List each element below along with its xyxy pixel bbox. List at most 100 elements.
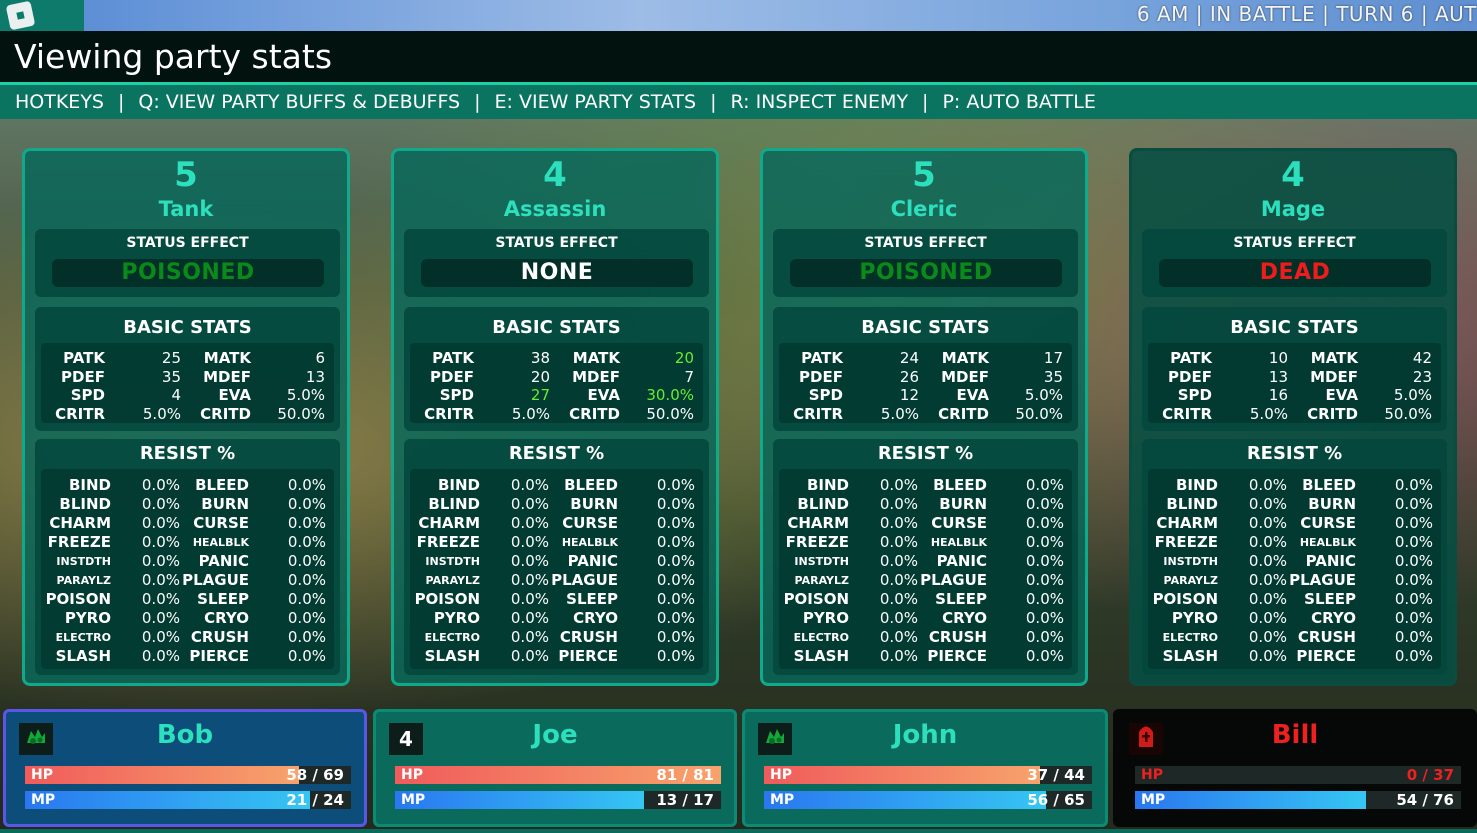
resist-name: BIND xyxy=(806,476,849,494)
resist-header: RESIST % xyxy=(877,443,974,464)
resist-value: 0.0% xyxy=(1394,495,1433,513)
stat-value: 23 xyxy=(1412,367,1432,386)
party-member-frame[interactable]: Bill HP 0 / 37 MP 54 / 76 xyxy=(1113,709,1477,827)
member-class: Assassin xyxy=(503,197,607,221)
mp-label: MP xyxy=(31,792,56,808)
hotkey-party-stats[interactable]: E: VIEW PARTY STATS xyxy=(495,91,697,113)
stat-name: MDEF xyxy=(1310,367,1358,386)
stat-value: 50.0% xyxy=(1384,404,1432,423)
stat-row: SPD 4 EVA 5.0% xyxy=(41,386,334,405)
resist-row: POISON 0.0% SLEEP 0.0% xyxy=(1148,590,1441,609)
resist-name: CRUSH xyxy=(928,628,987,646)
hotkey-auto-battle[interactable]: P: AUTO BATTLE xyxy=(942,91,1095,113)
resist-name: BURN xyxy=(1308,495,1356,513)
page-title: Viewing party stats xyxy=(14,37,333,76)
resist-value: 0.0% xyxy=(287,628,326,646)
resist-row: BIND 0.0% BLEED 0.0% xyxy=(1148,476,1441,495)
basic-stats-table: PATK 25 MATK 6 PDEF 35 MDEF 13 SPD 4 EVA 5.0% CRITR 5… xyxy=(41,343,334,423)
member-name: Joe xyxy=(532,720,578,750)
resist-name: INSTDTH xyxy=(794,555,849,568)
hp-label: HP xyxy=(1141,767,1163,783)
resist-name: CRYO xyxy=(204,609,249,627)
party-member-frame[interactable]: Bob HP 58 / 69 MP 21 / 24 xyxy=(3,709,367,827)
resist-name: POISON xyxy=(1152,590,1218,608)
resist-name: ELECTRO xyxy=(1162,631,1218,644)
resist-value: 0.0% xyxy=(1394,533,1433,551)
resist-name: CURSE xyxy=(931,514,987,532)
resist-row: BIND 0.0% BLEED 0.0% xyxy=(41,476,334,495)
hotkey-inspect-enemy[interactable]: R: INSPECT ENEMY xyxy=(731,91,909,113)
title-bar: Viewing party stats xyxy=(0,31,1477,83)
stat-name: PDEF xyxy=(799,367,843,386)
mp-bar: MP 54 / 76 xyxy=(1135,791,1461,809)
resist-row: POISON 0.0% SLEEP 0.0% xyxy=(410,590,703,609)
status-effect-label: STATUS EFFECT xyxy=(864,235,987,251)
hotkey-party-buffs[interactable]: Q: VIEW PARTY BUFFS & DEBUFFS xyxy=(138,91,460,113)
resist-name: CURSE xyxy=(562,514,618,532)
stat-value: 30.0% xyxy=(646,386,694,404)
stat-name: EVA xyxy=(1325,386,1358,404)
roblox-logo-icon xyxy=(5,0,36,31)
mp-bar: MP 21 / 24 xyxy=(25,791,351,809)
resist-name: PYRO xyxy=(1171,609,1218,627)
resist-table: BIND 0.0% BLEED 0.0% BLIND 0.0% BURN 0.0% CHARM 0… xyxy=(410,469,703,669)
stat-name: SPD xyxy=(1177,386,1212,404)
resist-row: BIND 0.0% BLEED 0.0% xyxy=(779,476,1072,495)
basic-stats-table: PATK 38 MATK 20 PDEF 20 MDEF 7 SPD 27 EVA 30.0% CRIT… xyxy=(410,343,703,423)
resist-value: 0.0% xyxy=(287,571,326,589)
stat-row: PDEF 20 MDEF 7 xyxy=(410,368,703,387)
stat-name: PATK xyxy=(801,349,843,367)
stat-name: PDEF xyxy=(61,367,105,386)
hp-bar-fill xyxy=(764,766,1040,784)
hp-label: HP xyxy=(770,767,792,783)
resist-name: PLAGUE xyxy=(551,571,618,589)
mp-bar-fill xyxy=(395,791,645,809)
resist-row: BLIND 0.0% BURN 0.0% xyxy=(779,495,1072,514)
resist-value: 0.0% xyxy=(287,533,326,551)
resist-name: BLEED xyxy=(195,476,249,494)
stat-row: PATK 24 MATK 17 xyxy=(779,349,1072,368)
roblox-menu-button[interactable] xyxy=(0,0,84,31)
stat-name: PATK xyxy=(432,349,474,367)
resist-value: 0.0% xyxy=(1394,476,1433,494)
hp-bar: HP 58 / 69 xyxy=(25,766,351,784)
resist-name: CURSE xyxy=(1300,514,1356,532)
resist-row: BLIND 0.0% BURN 0.0% xyxy=(410,495,703,514)
resist-value: 0.0% xyxy=(656,571,695,589)
resist-name: PANIC xyxy=(567,552,618,570)
mp-label: MP xyxy=(401,792,426,808)
resist-name: CRUSH xyxy=(190,628,249,646)
resist-value: 0.0% xyxy=(1394,647,1433,665)
resist-value: 0.0% xyxy=(1025,571,1064,589)
hp-bar-fill xyxy=(25,766,299,784)
resist-name: BLIND xyxy=(59,495,111,513)
resist-name: SLEEP xyxy=(1304,590,1356,608)
resist-value: 0.0% xyxy=(1025,514,1064,532)
resist-name: ELECTRO xyxy=(55,631,111,644)
resist-name: ELECTRO xyxy=(424,631,480,644)
resist-row: PARAYLZ 0.0% PLAGUE 0.0% xyxy=(41,571,334,590)
party-member-frame[interactable]: John HP 37 / 44 MP 56 / 65 xyxy=(742,709,1108,827)
stat-row: SPD 16 EVA 5.0% xyxy=(1148,386,1441,405)
stat-name: MATK xyxy=(941,349,989,367)
battle-info: 6 AM | IN BATTLE | TURN 6 | AUT xyxy=(1136,2,1477,26)
status-effect-panel: STATUS EFFECT DEAD xyxy=(1142,229,1447,297)
mp-value: 21 / 24 xyxy=(286,791,344,809)
resist-row: FREEZE 0.0% HEALBLK 0.0% xyxy=(1148,533,1441,552)
member-level: 4 xyxy=(1281,155,1305,195)
basic-stats-header: BASIC STATS xyxy=(1230,317,1359,338)
stat-value: 5.0% xyxy=(1393,386,1432,404)
member-class: Mage xyxy=(1260,197,1326,221)
status-effect-label: STATUS EFFECT xyxy=(1233,235,1356,251)
basic-stats-table: PATK 10 MATK 42 PDEF 13 MDEF 23 SPD 16 EVA 5.0% CRIT… xyxy=(1148,343,1441,423)
resist-value: 0.0% xyxy=(1394,571,1433,589)
resist-value: 0.0% xyxy=(1394,609,1433,627)
stat-row: SPD 12 EVA 5.0% xyxy=(779,386,1072,405)
resist-name: CRUSH xyxy=(1297,628,1356,646)
stat-value: 6 xyxy=(315,349,325,367)
party-member-frame[interactable]: 4 Joe HP 81 / 81 MP 13 / 17 xyxy=(373,709,737,827)
resist-name: PARAYLZ xyxy=(425,574,480,587)
stat-name: MDEF xyxy=(203,367,251,386)
resist-name: BURN xyxy=(939,495,987,513)
stat-name: CRITD xyxy=(200,404,251,423)
